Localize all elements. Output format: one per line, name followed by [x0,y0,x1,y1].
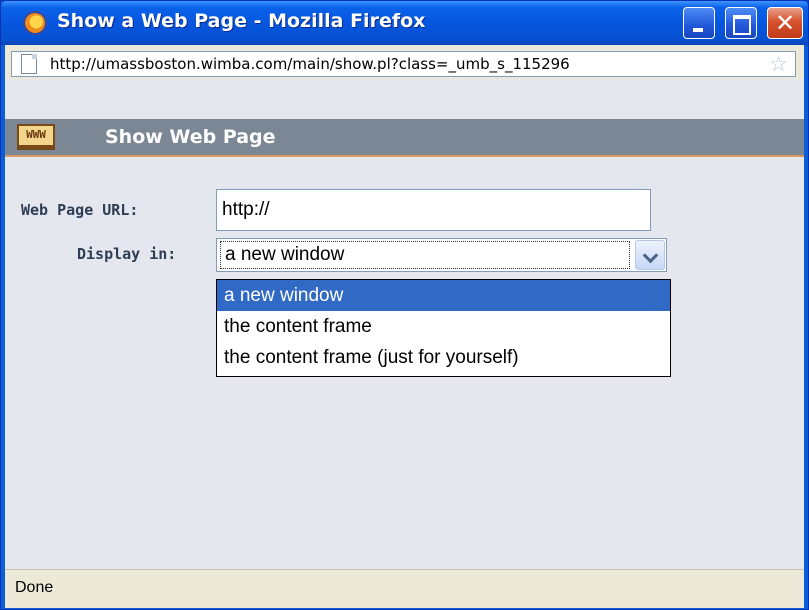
display-in-options-list[interactable]: a new window the content frame the conte… [216,279,671,377]
chevron-down-icon [642,247,659,264]
status-bar: Done [5,569,804,608]
url-label: Web Page URL: [21,201,139,219]
www-icon: WWW [17,124,55,150]
page-title: Show Web Page [105,126,276,148]
page-content: WWW Show Web Page Web Page URL: Display … [5,79,804,569]
title-bar[interactable]: Show a Web Page - Mozilla Firefox ✕ [1,1,808,45]
dropdown-option[interactable]: the content frame (just for yourself) [217,342,670,373]
page-header: WWW Show Web Page [5,119,804,157]
dropdown-option[interactable]: a new window [217,280,670,311]
close-button[interactable]: ✕ [767,7,803,39]
status-text: Done [15,579,54,596]
maximize-icon [733,15,751,35]
www-icon-bar [19,145,53,149]
url-input[interactable] [216,189,651,231]
window-title: Show a Web Page - Mozilla Firefox [57,10,426,32]
dropdown-arrow-button[interactable] [635,240,665,270]
display-in-select[interactable]: a new window [216,238,667,272]
dropdown-option[interactable]: the content frame [217,311,670,342]
firefox-icon[interactable] [23,11,47,35]
browser-window: Show a Web Page - Mozilla Firefox ✕ http… [0,0,809,610]
minimize-button[interactable] [683,7,715,39]
page-icon [21,54,37,74]
maximize-button[interactable] [725,7,757,39]
address-text[interactable]: http://umassboston.wimba.com/main/show.p… [50,55,570,73]
display-in-selected-value[interactable]: a new window [220,241,630,269]
close-icon: ✕ [774,9,796,37]
minimize-icon [693,28,703,32]
display-in-label: Display in: [77,245,177,263]
address-bar[interactable]: http://umassboston.wimba.com/main/show.p… [11,51,796,77]
star-icon[interactable]: ☆ [769,52,788,76]
location-toolbar: http://umassboston.wimba.com/main/show.p… [5,45,804,79]
www-icon-text: WWW [26,128,46,141]
